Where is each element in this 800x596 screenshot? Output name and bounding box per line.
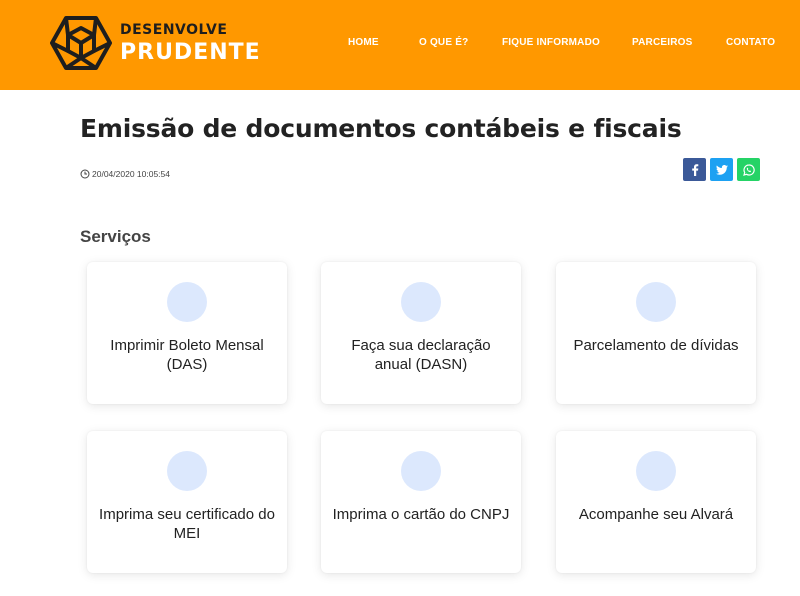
whatsapp-icon bbox=[742, 163, 755, 176]
service-card-dasn[interactable]: Faça sua declaração anual (DASN) bbox=[321, 262, 521, 404]
facebook-icon bbox=[691, 163, 698, 176]
page-title: Emissão de documentos contábeis e fiscai… bbox=[80, 114, 682, 143]
service-icon bbox=[167, 451, 207, 491]
post-date-text: 20/04/2020 10:05:54 bbox=[92, 169, 170, 179]
share-whatsapp-button[interactable] bbox=[737, 158, 760, 181]
service-icon bbox=[167, 282, 207, 322]
service-card-parcelamento[interactable]: Parcelamento de dívidas bbox=[556, 262, 756, 404]
service-icon bbox=[401, 282, 441, 322]
service-label: Imprimir Boleto Mensal (DAS) bbox=[110, 337, 264, 373]
nav-home[interactable]: HOME bbox=[348, 37, 379, 48]
service-label: Imprima o cartão do CNPJ bbox=[332, 506, 510, 523]
service-label: Parcelamento de dívidas bbox=[573, 337, 739, 354]
services-heading: Serviços bbox=[80, 227, 151, 246]
brand-name-bottom: PRUDENTE bbox=[120, 40, 261, 65]
nav-contato[interactable]: CONTATO bbox=[726, 37, 775, 48]
service-icon bbox=[636, 282, 676, 322]
main-nav: HOME O QUE É? FIQUE INFORMADO PARCEIROS … bbox=[330, 0, 800, 88]
nav-parceiros[interactable]: PARCEIROS bbox=[632, 37, 693, 48]
nav-fique-informado[interactable]: FIQUE INFORMADO bbox=[502, 37, 600, 48]
service-icon bbox=[636, 451, 676, 491]
service-card-boleto[interactable]: Imprimir Boleto Mensal (DAS) bbox=[87, 262, 287, 404]
share-facebook-button[interactable] bbox=[683, 158, 706, 181]
twitter-icon bbox=[715, 164, 728, 175]
share-buttons bbox=[683, 158, 760, 181]
service-card-cnpj[interactable]: Imprima o cartão do CNPJ bbox=[321, 431, 521, 573]
post-date: 20/04/2020 10:05:54 bbox=[80, 169, 170, 179]
service-card-alvara[interactable]: Acompanhe seu Alvará bbox=[556, 431, 756, 573]
nav-o-que-e[interactable]: O QUE É? bbox=[419, 37, 468, 48]
top-navbar: DESENVOLVE PRUDENTE HOME O QUE É? FIQUE … bbox=[0, 0, 800, 90]
service-label: Imprima seu certificado do MEI bbox=[99, 506, 275, 542]
service-label: Faça sua declaração anual (DASN) bbox=[351, 337, 491, 373]
logo-cube-icon bbox=[50, 16, 112, 70]
service-label: Acompanhe seu Alvará bbox=[578, 506, 734, 523]
logo[interactable]: DESENVOLVE PRUDENTE bbox=[50, 14, 260, 74]
service-icon bbox=[401, 451, 441, 491]
clock-icon bbox=[80, 169, 90, 179]
brand-name-top: DESENVOLVE bbox=[120, 22, 228, 38]
share-twitter-button[interactable] bbox=[710, 158, 733, 181]
service-card-certificado[interactable]: Imprima seu certificado do MEI bbox=[87, 431, 287, 573]
